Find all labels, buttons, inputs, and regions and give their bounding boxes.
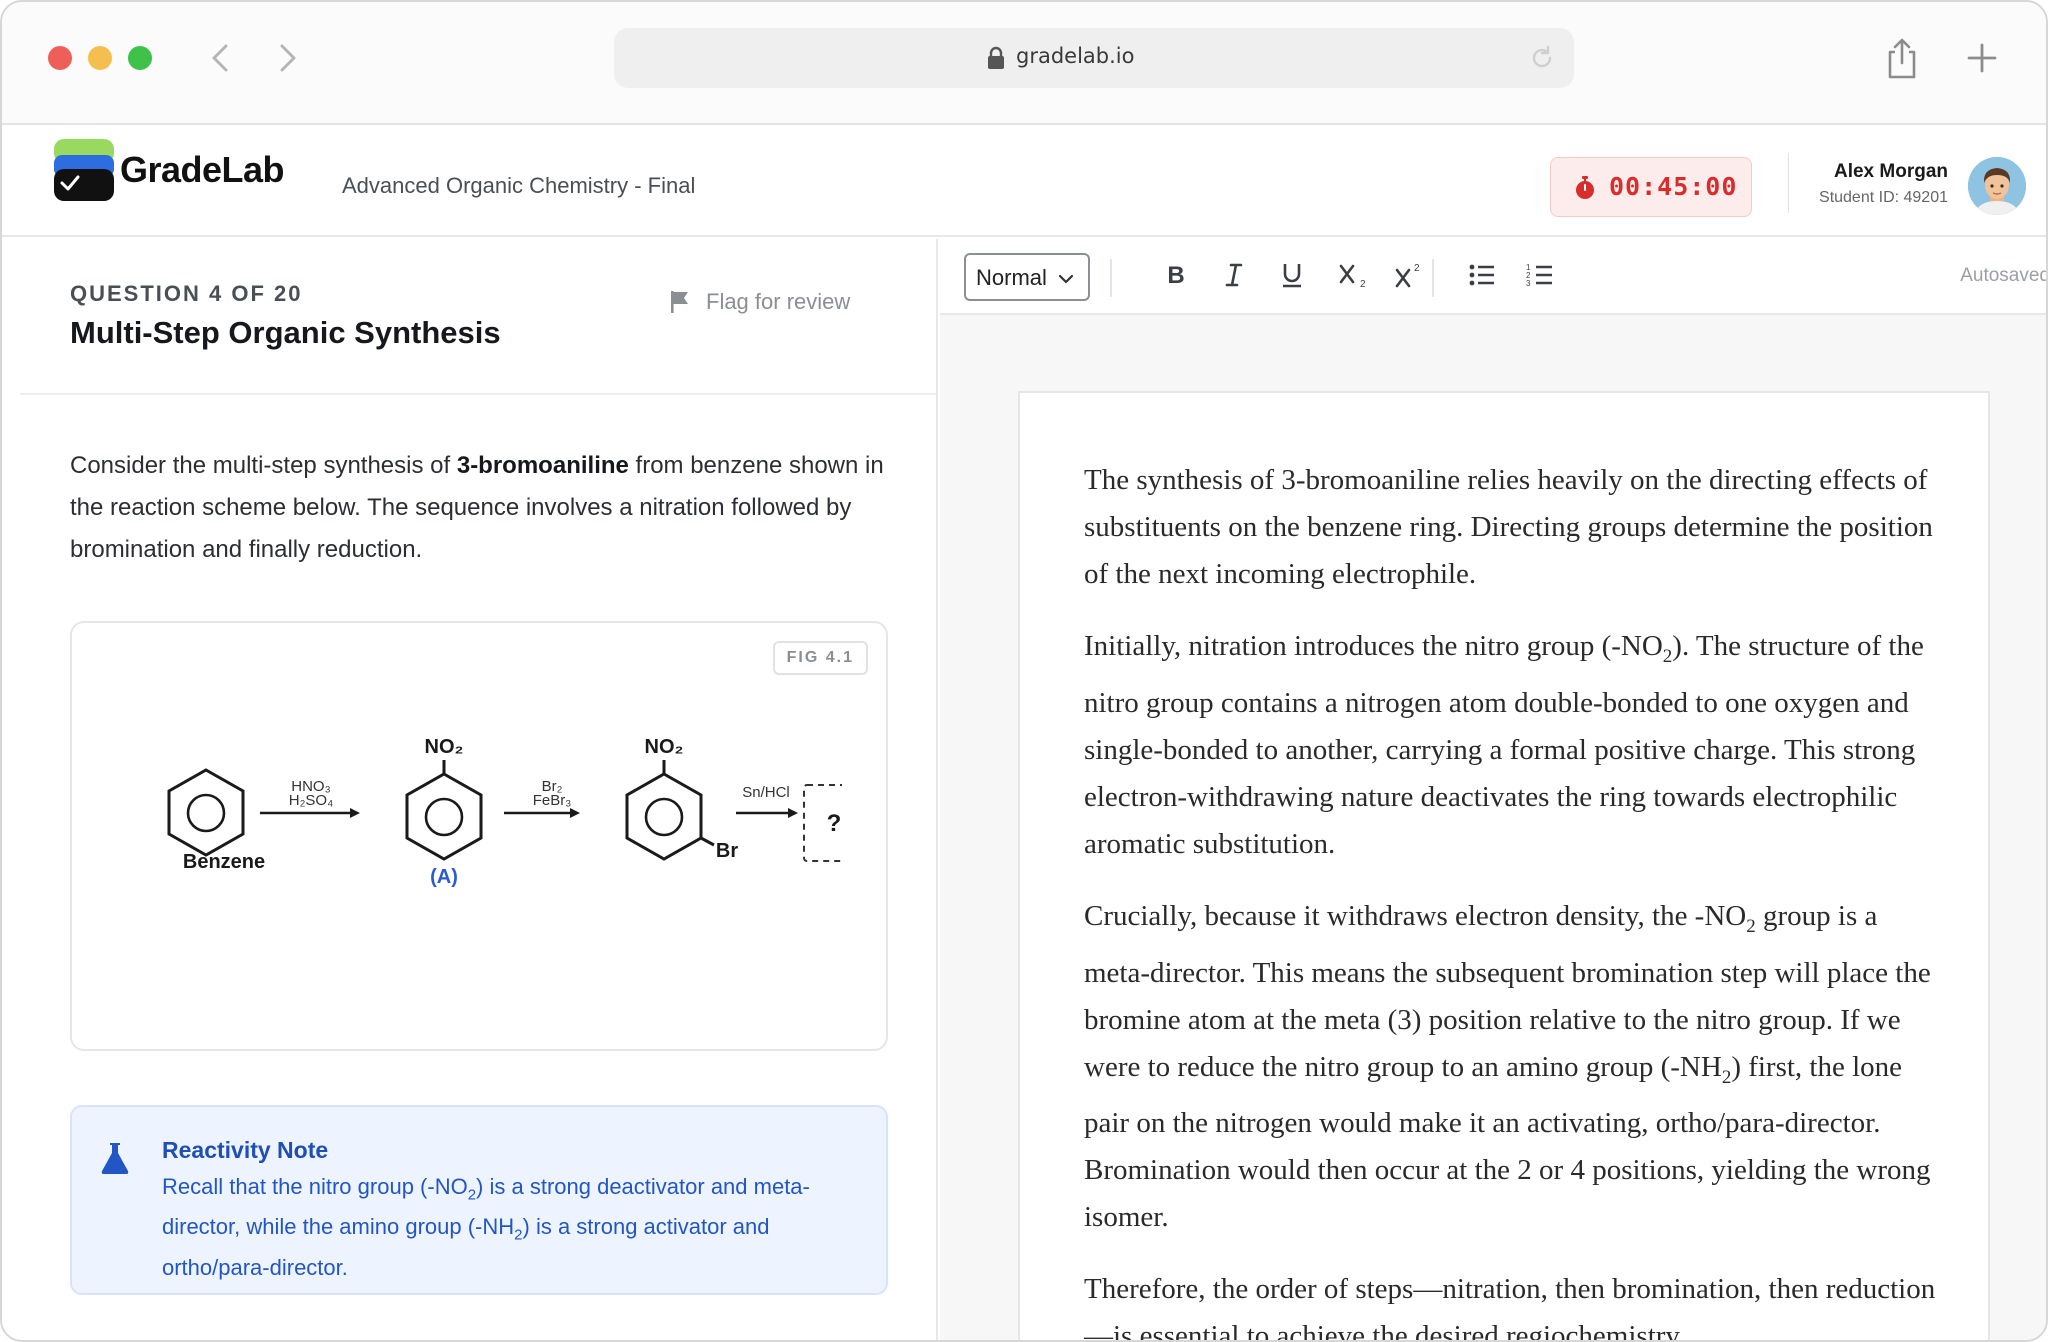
browser-toolbar: gradelab.io [2,2,2046,125]
cutoff-text-line [70,1335,710,1340]
body-text-bold: 3-bromoaniline [456,452,629,479]
note-text: Recall that the nitro group (-NO2) is a … [162,1171,862,1284]
toolbar-separator [1110,259,1112,297]
note-title: Reactivity Note [162,1137,329,1163]
nitro-group-label-a: NO₂ [425,736,464,758]
share-icon[interactable] [1884,36,1920,80]
intermediate-a-label: (A) [430,866,458,888]
flag-icon [668,289,692,315]
benzene-structure [167,768,245,857]
numbered-list-icon: 123 [1526,263,1552,288]
svg-text:3: 3 [1526,279,1531,288]
question-counter: QUESTION 4 OF 20 [70,281,303,306]
exam-timer: 00:45:00 [1550,157,1752,217]
reaction-scheme-figure: FIG 4.1 Benzene HNO₃ H₂SO₄ NO₂ (A) Br₂ F… [70,621,888,1051]
underline-icon [1283,264,1301,288]
svg-text:2: 2 [1414,263,1420,274]
italic-button[interactable] [1212,253,1256,297]
reaction-scheme: Benzene HNO₃ H₂SO₄ NO₂ (A) Br₂ FeBr₃ NO₂… [167,736,842,888]
question-title: Multi-Step Organic Synthesis [70,315,501,350]
paragraph-style-select[interactable]: Normal [964,253,1090,301]
flag-label: Flag for review [706,289,851,314]
p2-text-a: Initially, nitration introduces the nitr… [1084,630,1663,662]
answer-paragraph-4: Therefore, the order of steps—nitration,… [1084,1273,1936,1342]
user-name: Alex Morgan [1833,161,1948,182]
timer-value: 00:45:00 [1609,172,1738,201]
svg-text:2: 2 [1360,279,1366,290]
note-subscript-2: 2 [514,1226,523,1244]
brand-name: GradeLab [120,149,285,190]
lock-icon [986,46,1006,70]
answer-paragraph-3: Crucially, because it withdraws electron… [1084,893,1944,1242]
toolbar-separator [1432,259,1434,297]
subscript-button[interactable]: 2 [1330,253,1374,297]
gradelab-logo-icon [54,139,116,203]
reactivity-note: Reactivity Note Recall that the nitro gr… [70,1105,888,1295]
note-text-part1: Recall that the nitro group (-NO [162,1174,468,1199]
answer-paragraph-1: The synthesis of 3-bromoaniline relies h… [1084,464,1933,590]
url-text: gradelab.io [1016,44,1135,68]
nitrobenzene-structure [405,772,483,861]
question-panel: QUESTION 4 OF 20 Multi-Step Organic Synt… [20,239,938,1340]
question-body: Consider the multi-step synthesis of 3-b… [70,445,910,571]
superscript-icon: 2 [1395,263,1420,288]
bulleted-list-icon [1469,264,1494,286]
p3-subscript-1: 2 [1746,915,1756,937]
p3-subscript-2: 2 [1721,1066,1732,1088]
step1-reagent-bottom: H₂SO₄ [289,792,333,809]
minimize-window-button[interactable] [88,46,112,70]
p2-subscript: 2 [1662,645,1673,667]
bold-button[interactable]: B [1154,253,1198,297]
bromonitrobenzene-structure [625,772,715,861]
browser-window: gradelab.io GradeLab Advanced Organic Ch… [0,0,2048,1342]
answer-text[interactable]: The synthesis of 3-bromoaniline relies h… [1084,457,1944,1342]
zoom-window-button[interactable] [128,46,152,70]
editor-toolbar: Normal B 2 2 1 2 3 Autosaved [940,239,2048,315]
note-subscript-1: 2 [467,1186,477,1204]
step3-reagent: Sn/HCl [742,784,790,801]
answer-editor-panel: Normal B 2 2 1 2 3 Autosaved The synthes… [940,239,2048,1342]
unknown-product-label: ? [827,810,842,837]
body-text-start: Consider the multi-step synthesis of [70,452,457,479]
stopwatch-icon [1573,175,1597,201]
figure-tag: FIG 4.1 [772,641,868,675]
reload-icon[interactable] [1528,44,1556,72]
address-bar[interactable]: gradelab.io [614,28,1574,88]
step1-arrow [260,808,360,818]
benzene-label: Benzene [183,851,265,873]
answer-paragraph-2: Initially, nitration introduces the nitr… [1084,623,1944,868]
italic-icon [1225,263,1243,287]
avatar[interactable] [1968,157,2026,215]
chevron-down-icon [1058,272,1074,284]
underline-button[interactable] [1270,253,1314,297]
nitro-group-label-b: NO₂ [645,736,684,758]
flask-icon [100,1141,130,1175]
step3-arrow [736,808,798,818]
student-id: Student ID: 49201 [1819,189,1948,206]
step2-arrow [504,808,580,818]
p2-text-b: ). The structure of the nitro group cont… [1084,630,1924,860]
forward-arrow-icon[interactable] [264,36,308,80]
header-divider [1788,153,1789,213]
close-window-button[interactable] [48,46,72,70]
svg-text:B: B [1167,262,1184,289]
bulleted-list-button[interactable] [1460,253,1504,297]
back-arrow-icon[interactable] [200,36,244,80]
exam-title: Advanced Organic Chemistry - Final [342,173,696,198]
p3-text-a: Crucially, because it withdraws electron… [1084,899,1747,932]
app-header: GradeLab Advanced Organic Chemistry - Fi… [2,125,2046,237]
superscript-button[interactable]: 2 [1386,253,1430,297]
subscript-icon: 2 [1339,264,1366,290]
plus-icon[interactable] [1964,40,2000,76]
autosave-status: Autosaved [1960,265,2048,286]
answer-document[interactable]: The synthesis of 3-bromoaniline relies h… [1018,391,1990,1342]
bromine-label: Br [716,840,738,862]
style-select-value: Normal [976,265,1047,290]
numbered-list-button[interactable]: 123 [1518,253,1562,297]
step2-reagent-bottom: FeBr₃ [533,792,572,809]
question-header: QUESTION 4 OF 20 Multi-Step Organic Synt… [20,239,936,395]
bold-icon: B [1167,262,1184,289]
